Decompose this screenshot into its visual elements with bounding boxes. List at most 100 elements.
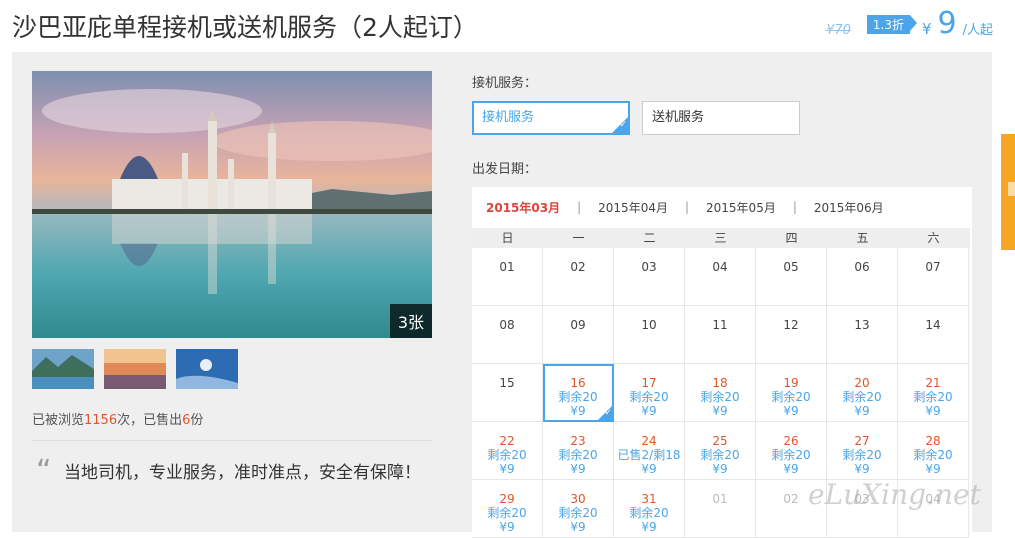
month-tab[interactable]: 2015年03月 bbox=[486, 199, 560, 216]
calendar-day-cell[interactable]: 28 剩余20 ¥9 bbox=[898, 422, 969, 480]
day-number: 17 bbox=[641, 376, 657, 390]
day-number: 08 bbox=[499, 318, 515, 332]
calendar-day-cell[interactable]: 19 剩余20 ¥9 bbox=[756, 364, 827, 422]
calendar-day-cell[interactable]: 18 剩余20 ¥9 bbox=[685, 364, 756, 422]
calendar-day-cell: 06 bbox=[827, 248, 898, 306]
weekday-label: 一 bbox=[572, 231, 585, 245]
service-option-pickup[interactable]: 接机服务 ✓ bbox=[472, 101, 630, 135]
day-number: 21 bbox=[925, 376, 941, 390]
day-price: ¥9 bbox=[712, 462, 728, 476]
day-number: 31 bbox=[641, 492, 657, 506]
day-price: ¥9 bbox=[783, 462, 799, 476]
weekday-label: 四 bbox=[785, 231, 798, 245]
day-number: 10 bbox=[641, 318, 657, 332]
side-float-tab[interactable] bbox=[1001, 134, 1015, 250]
weekday-label: 三 bbox=[714, 231, 727, 245]
day-remaining: 剩余20 bbox=[700, 448, 740, 462]
calendar-day-cell: 09 bbox=[543, 306, 614, 364]
day-price: ¥9 bbox=[925, 404, 941, 418]
calendar-day-cell[interactable]: 20 剩余20 ¥9 bbox=[827, 364, 898, 422]
month-separator: | bbox=[792, 200, 797, 214]
day-remaining: 剩余20 bbox=[913, 448, 953, 462]
day-remaining: 剩余20 bbox=[558, 390, 598, 404]
calendar-day-cell[interactable]: 29 剩余20 ¥9 bbox=[472, 480, 543, 538]
calendar-day-cell: 10 bbox=[614, 306, 685, 364]
day-number: 01 bbox=[499, 260, 515, 274]
calendar-day-cell[interactable]: 26 剩余20 ¥9 bbox=[756, 422, 827, 480]
thumbnail-lake[interactable] bbox=[32, 349, 94, 389]
day-number: 09 bbox=[570, 318, 586, 332]
day-number: 30 bbox=[570, 492, 586, 506]
calendar-day-cell: 12 bbox=[756, 306, 827, 364]
calendar-day-cell: 15 bbox=[472, 364, 543, 422]
day-number: 05 bbox=[783, 260, 799, 274]
day-remaining: 剩余20 bbox=[700, 390, 740, 404]
side-tab-icon bbox=[1008, 182, 1015, 196]
stats-middle: 次，已售出 bbox=[117, 413, 183, 428]
day-number: 12 bbox=[783, 318, 799, 332]
day-number: 02 bbox=[570, 260, 586, 274]
main-photo[interactable]: 3张 bbox=[32, 71, 432, 338]
selected-check-icon: ✓ bbox=[612, 117, 628, 133]
month-tab[interactable]: 2015年04月 bbox=[598, 199, 668, 216]
day-number: 26 bbox=[783, 434, 799, 448]
calendar-day-cell[interactable]: 21 剩余20 ¥9 bbox=[898, 364, 969, 422]
service-option-label: 接机服务 bbox=[482, 110, 535, 125]
day-remaining: 剩余20 bbox=[629, 390, 669, 404]
weekday-label: 日 bbox=[501, 231, 514, 245]
calendar-day-cell[interactable]: 31 剩余20 ¥9 bbox=[614, 480, 685, 538]
service-option-dropoff[interactable]: 送机服务 bbox=[642, 101, 800, 135]
calendar-day-cell: 07 bbox=[898, 248, 969, 306]
calendar-day-cell[interactable]: 24 已售2/剩18 ¥9 bbox=[614, 422, 685, 480]
calendar-day-cell[interactable]: 16 剩余20 ¥9 ✓ bbox=[543, 364, 614, 422]
calendar-day-cell: 02 bbox=[543, 248, 614, 306]
day-number: 23 bbox=[570, 434, 586, 448]
day-price: ¥9 bbox=[712, 404, 728, 418]
stats-suffix: 份 bbox=[190, 413, 204, 428]
month-tab[interactable]: 2015年06月 bbox=[814, 199, 884, 216]
calendar-day-cell: 03 bbox=[614, 248, 685, 306]
calendar-day-cell[interactable]: 23 剩余20 ¥9 bbox=[543, 422, 614, 480]
calendar-day-cell[interactable]: 25 剩余20 ¥9 bbox=[685, 422, 756, 480]
price-currency: ¥ bbox=[921, 20, 932, 38]
day-price: ¥9 bbox=[783, 404, 799, 418]
calendar-day-cell: 01 bbox=[685, 480, 756, 538]
day-remaining: 剩余20 bbox=[558, 448, 598, 462]
calendar-day-cell[interactable]: 17 剩余20 ¥9 bbox=[614, 364, 685, 422]
weekday-label: 二 bbox=[643, 231, 656, 245]
product-highlight-text: 当地司机，专业服务，准时准点，安全有保障！ bbox=[64, 463, 421, 483]
day-remaining: 剩余20 bbox=[771, 390, 811, 404]
month-tab[interactable]: 2015年05月 bbox=[706, 199, 776, 216]
quote-icon: “ bbox=[36, 454, 52, 489]
price-amount: 9 bbox=[937, 6, 957, 41]
day-number: 29 bbox=[499, 492, 515, 506]
product-panel: 3张 已被浏览1156次，已售出6份 “ 当地司机，专业服务，准时准点，安全有保… bbox=[12, 52, 992, 538]
day-price: ¥9 bbox=[570, 462, 586, 476]
day-number: 22 bbox=[499, 434, 515, 448]
calendar-day-cell[interactable]: 30 剩余20 ¥9 bbox=[543, 480, 614, 538]
day-number: 13 bbox=[854, 318, 870, 332]
thumbnail-sunset[interactable] bbox=[104, 349, 166, 389]
original-price: ¥70 bbox=[826, 23, 851, 38]
day-number: 27 bbox=[854, 434, 870, 448]
weekday-label: 五 bbox=[856, 231, 869, 245]
day-number: 15 bbox=[499, 376, 515, 390]
month-separator: | bbox=[577, 200, 582, 214]
day-remaining: 已售2/剩18 bbox=[617, 448, 681, 462]
calendar-day-cell[interactable]: 27 剩余20 ¥9 bbox=[827, 422, 898, 480]
day-remaining: 剩余20 bbox=[913, 390, 953, 404]
view-sales-stats: 已被浏览1156次，已售出6份 bbox=[32, 409, 203, 428]
day-price: ¥9 bbox=[854, 404, 870, 418]
selected-check-icon: ✓ bbox=[597, 405, 613, 421]
thumbnail-diving[interactable] bbox=[176, 349, 238, 389]
day-remaining: 剩余20 bbox=[629, 506, 669, 520]
day-price: ¥9 bbox=[499, 462, 515, 476]
day-remaining: 剩余20 bbox=[487, 448, 527, 462]
day-number: 03 bbox=[641, 260, 657, 274]
product-title: 沙巴亚庇单程接机或送机服务（2人起订） bbox=[12, 13, 478, 42]
date-label: 出发日期： bbox=[472, 162, 538, 177]
day-price: ¥9 bbox=[570, 520, 586, 534]
day-number: 25 bbox=[712, 434, 728, 448]
calendar-day-cell[interactable]: 22 剩余20 ¥9 bbox=[472, 422, 543, 480]
calendar-day-cell: 05 bbox=[756, 248, 827, 306]
